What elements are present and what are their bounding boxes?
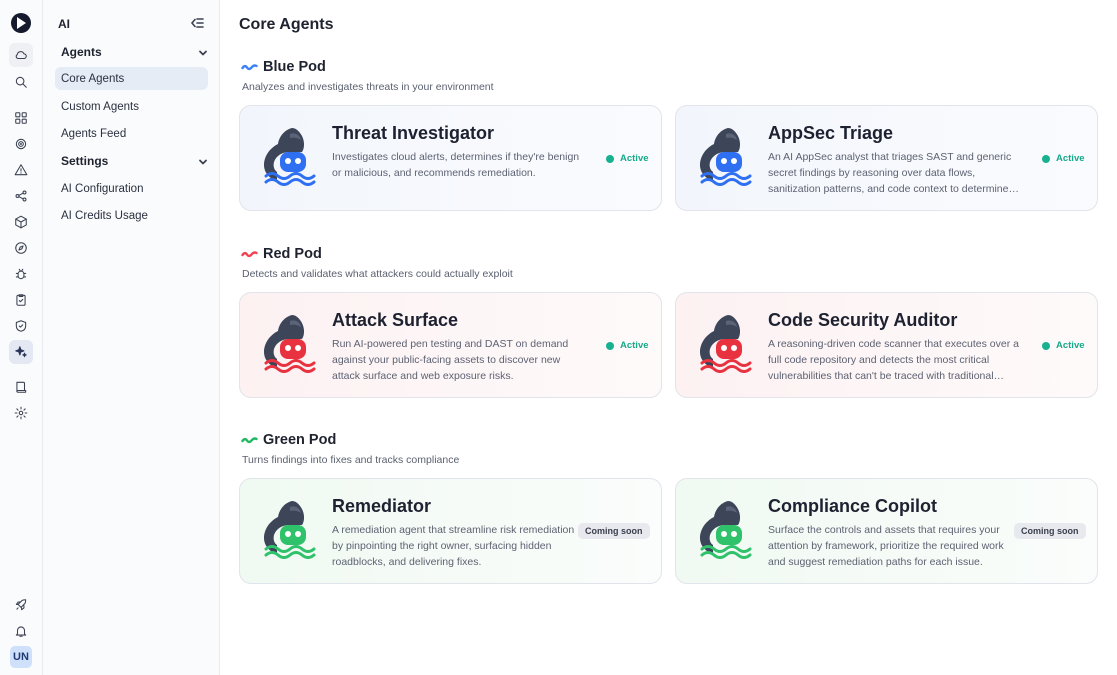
sidebar-item-agents-feed[interactable]: Agents Feed	[55, 122, 208, 145]
sidebar-item-ai-credits-usage[interactable]: AI Credits Usage	[55, 204, 208, 227]
icon-rail: UN	[0, 0, 43, 675]
secondary-sidebar: AI Agents Core Agents Custom Agents Agen…	[43, 0, 220, 675]
orca-agent-icon	[698, 311, 752, 373]
chevron-down-icon	[198, 156, 208, 166]
cloud-icon[interactable]	[9, 43, 33, 67]
agent-title: AppSec Triage	[768, 123, 894, 143]
book-icon[interactable]	[9, 375, 33, 399]
status-badge: Active	[1042, 153, 1085, 164]
pod-header-red: Red Pod	[241, 245, 322, 263]
agent-title: Remediator	[332, 496, 432, 516]
compass-icon[interactable]	[9, 236, 33, 260]
agent-card-remediator[interactable]: Remediator A remediation agent that stre…	[239, 478, 662, 584]
pod-header-green: Green Pod	[241, 431, 336, 449]
agent-card-threat-investigator[interactable]: Threat Investigator Investigates cloud a…	[239, 105, 662, 211]
clipboard-check-icon[interactable]	[9, 288, 33, 312]
sidebar-title: AI	[58, 17, 70, 31]
agent-description: Run AI-powered pen testing and DAST on d…	[332, 338, 569, 382]
orca-agent-icon	[262, 497, 316, 559]
gear-icon[interactable]	[9, 401, 33, 425]
agent-title: Compliance Copilot	[768, 496, 938, 516]
pod-name: Blue Pod	[263, 59, 326, 75]
sidebar-item-custom-agents[interactable]: Custom Agents	[55, 95, 208, 118]
alert-triangle-icon[interactable]	[9, 158, 33, 182]
search-icon[interactable]	[9, 70, 33, 94]
coming-soon-badge: Coming soon	[578, 523, 650, 539]
pod-description: Turns findings into fixes and tracks com…	[242, 454, 460, 466]
orca-agent-icon	[698, 124, 752, 186]
page-title: Core Agents	[239, 16, 334, 33]
wave-icon	[241, 245, 258, 263]
status-dot	[606, 341, 614, 350]
status-badge: Active	[1042, 340, 1085, 351]
status-dot	[1042, 341, 1050, 350]
agent-description: A remediation agent that streamline risk…	[332, 524, 575, 568]
wave-icon	[241, 58, 258, 76]
shield-icon[interactable]	[9, 314, 33, 338]
dashboard-icon[interactable]	[9, 106, 33, 130]
pod-description: Detects and validates what attackers cou…	[242, 268, 513, 280]
pod-name: Red Pod	[263, 246, 322, 262]
sidebar-item-core-agents[interactable]: Core Agents	[55, 67, 208, 90]
cube-icon[interactable]	[9, 210, 33, 234]
app-logo[interactable]	[11, 13, 31, 33]
agent-description: Investigates cloud alerts, determines if…	[332, 151, 580, 179]
agent-card-compliance-copilot[interactable]: Compliance Copilot Surface the controls …	[675, 478, 1098, 584]
target-icon[interactable]	[9, 132, 33, 156]
status-dot	[1042, 154, 1050, 163]
status-badge: Active	[606, 340, 649, 351]
bell-icon[interactable]	[9, 619, 33, 643]
orca-agent-icon	[262, 124, 316, 186]
orca-agent-icon	[698, 497, 752, 559]
agent-title: Attack Surface	[332, 310, 459, 330]
pod-description: Analyzes and investigates threats in you…	[242, 81, 494, 93]
agent-title: Threat Investigator	[332, 123, 495, 143]
agent-card-attack-surface[interactable]: Attack Surface Run AI-powered pen testin…	[239, 292, 662, 398]
pod-name: Green Pod	[263, 432, 337, 448]
sidebar-section-agents[interactable]: Agents	[55, 41, 208, 63]
sidebar-item-ai-configuration[interactable]: AI Configuration	[55, 177, 208, 200]
orca-agent-icon	[262, 311, 316, 373]
main-content: Core Agents Blue Pod Analyzes and invest…	[220, 0, 1117, 675]
agent-description: Surface the controls and assets that req…	[768, 524, 1004, 568]
agent-description: An AI AppSec analyst that triages SAST a…	[768, 151, 1012, 195]
agent-title: Code Security Auditor	[768, 310, 958, 330]
agent-card-appsec-triage[interactable]: AppSec Triage An AI AppSec analyst that …	[675, 105, 1098, 211]
status-badge: Active	[606, 153, 649, 164]
avatar[interactable]: UN	[10, 646, 32, 668]
collapse-sidebar-icon[interactable]	[190, 16, 204, 30]
agent-card-code-security-auditor[interactable]: Code Security Auditor A reasoning-driven…	[675, 292, 1098, 398]
status-dot	[606, 154, 614, 163]
wave-icon	[241, 431, 258, 449]
chevron-down-icon	[198, 47, 208, 57]
rocket-icon[interactable]	[9, 593, 33, 617]
coming-soon-badge: Coming soon	[1014, 523, 1086, 539]
sidebar-section-settings[interactable]: Settings	[55, 150, 208, 172]
nodes-icon[interactable]	[9, 184, 33, 208]
bug-icon[interactable]	[9, 262, 33, 286]
agent-description: A reasoning-driven code scanner that exe…	[768, 338, 1019, 382]
pod-header-blue: Blue Pod	[241, 58, 326, 76]
sparkles-icon[interactable]	[9, 340, 33, 364]
